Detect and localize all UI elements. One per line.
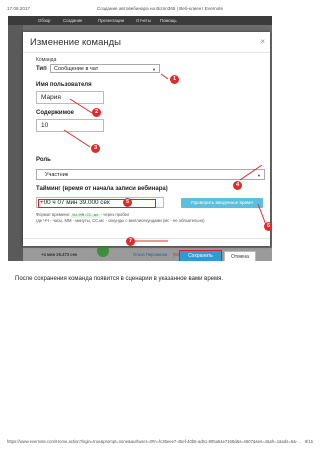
marker-2: 2 [92, 108, 101, 117]
arrow-1 [160, 73, 169, 80]
caption-text: После сохранения команда появится в сцен… [15, 276, 224, 282]
arrow-7 [257, 203, 267, 226]
marker-5: 5 [123, 198, 132, 207]
footer-url: https://www.evernote.com/Home.action?log… [7, 439, 301, 444]
page-header: 17.08.2017 Создание автовебинара на Bizo… [7, 6, 313, 14]
marker-1: 1 [170, 75, 179, 84]
screenshot: Обзор Создание Презентации Отчеты Помощь… [8, 16, 272, 261]
marker-6: 6 [264, 222, 272, 231]
arrow-3 [63, 129, 91, 148]
marker-3: 3 [91, 144, 100, 153]
annotation-arrows [63, 73, 267, 242]
arrow-4 [239, 164, 263, 181]
header-title: Создание автовебинара на Bizon365 | Веб-… [96, 6, 224, 11]
marker-7: 7 [126, 237, 135, 246]
page-footer: https://www.evernote.com/Home.action?log… [7, 439, 313, 447]
arrow-2 [69, 98, 93, 114]
page-number: 8/15 [304, 439, 313, 444]
marker-4: 4 [233, 181, 242, 190]
